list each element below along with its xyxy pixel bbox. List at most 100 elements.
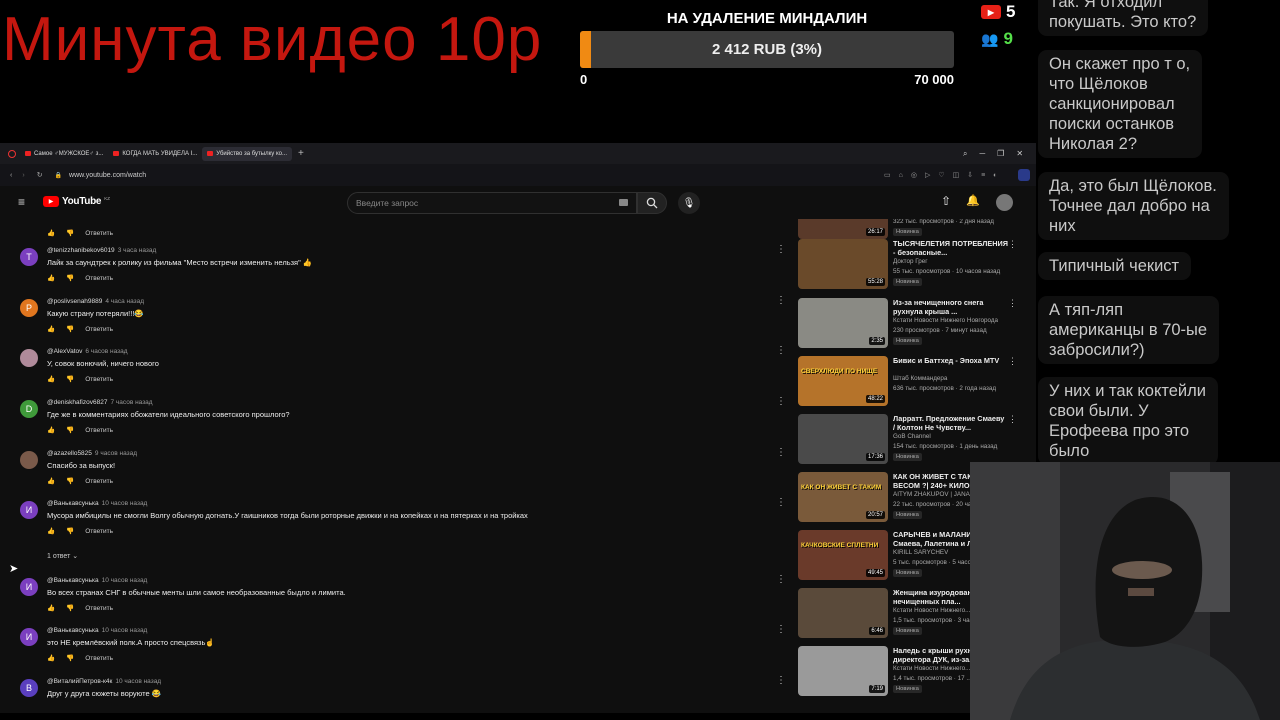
comment-avatar[interactable]: Т xyxy=(20,248,38,266)
upload-icon[interactable]: ⇧ xyxy=(941,194,951,208)
video-thumbnail[interactable]: 55:28 xyxy=(798,239,888,289)
video-channel[interactable]: Штаб Коммандера xyxy=(893,375,947,382)
like-icon[interactable]: 👍 xyxy=(47,527,55,535)
youtube-logo[interactable]: ▶ YouTube KZ xyxy=(43,196,110,207)
tab-search-icon[interactable]: ⌕ xyxy=(963,149,967,159)
like-icon[interactable]: 👍 xyxy=(47,375,55,383)
video-thumbnail[interactable]: 2:35 xyxy=(798,298,888,348)
video-title[interactable]: Ларратт. Предложение Смаеву / Колтон Не … xyxy=(893,414,1008,432)
video-thumbnail[interactable]: 17:36 xyxy=(798,414,888,464)
comment-author[interactable]: @azazello5825 9 часов назад xyxy=(47,450,137,457)
video-thumbnail[interactable]: 7:19 xyxy=(798,646,888,696)
video-channel[interactable]: Кстати Новости Нижнего... xyxy=(893,607,970,614)
video-title[interactable]: Бивис и Баттхед - Эпоха МТV xyxy=(893,356,1008,365)
url-field[interactable]: www.youtube.com/watch xyxy=(69,172,146,179)
like-icon[interactable]: 👍 xyxy=(47,426,55,434)
reply-button[interactable]: Ответить xyxy=(85,478,113,485)
comment-author[interactable]: @Ванькавсунька 10 часов назад xyxy=(47,500,147,507)
toolbar-icons[interactable]: ▭⌂◎▷♡◫⇩≡◐ xyxy=(884,171,1005,179)
video-thumbnail[interactable]: 6:46 xyxy=(798,588,888,638)
account-avatar[interactable] xyxy=(996,194,1013,211)
like-icon[interactable]: 👍 xyxy=(47,229,55,237)
forward-icon[interactable]: › xyxy=(22,172,24,179)
video-card[interactable]: СВЕРХЛЮДИ ПО НИЩЕ 48:22 Бивис и Баттхед - … xyxy=(798,356,1015,414)
comment-avatar[interactable] xyxy=(20,349,38,367)
show-replies-button[interactable]: 1 ответ ⌄ xyxy=(47,552,78,560)
comment-avatar[interactable]: P xyxy=(20,299,38,317)
search-button[interactable] xyxy=(637,192,667,214)
menu-icon[interactable]: ≡ xyxy=(18,195,25,209)
video-channel[interactable]: KIRILL SARYCHEV xyxy=(893,549,948,556)
reply-button[interactable]: Ответить xyxy=(85,605,113,612)
reply-button[interactable]: Ответить xyxy=(85,376,113,383)
like-icon[interactable]: 👍 xyxy=(47,654,55,662)
back-icon[interactable]: ‹ xyxy=(10,172,12,179)
video-thumbnail[interactable]: КАЧКОВСКИЕ СПЛЕТНИ 49:45 xyxy=(798,530,888,580)
video-menu-icon[interactable]: ⋮ xyxy=(1008,239,1015,250)
notifications-icon[interactable]: 🔔 xyxy=(966,194,980,207)
video-card[interactable]: 55:28 ТЫСЯЧЕЛЕТИЯ ПОТРЕБЛЕНИЯ - безопасны… xyxy=(798,239,1015,297)
restore-icon[interactable]: ❐ xyxy=(997,149,1004,158)
comment-author[interactable]: @tenizzhanibekov6019 3 часа назад xyxy=(47,247,156,254)
tab-1[interactable]: Самое ♂МУЖСКОЕ♂ з... xyxy=(20,147,108,161)
video-thumbnail[interactable]: УЖАСНАЯ ИСТОРИЯ26:17 xyxy=(798,219,888,239)
video-thumbnail[interactable]: КАК ОН ЖИВЕТ С ТАКИМ 20:57 xyxy=(798,472,888,522)
tab-2[interactable]: КОГДА МАТЬ УВИДЕЛА I... xyxy=(108,147,202,161)
comment-author[interactable]: @Ванькавсунька 10 часов назад xyxy=(47,577,147,584)
dislike-icon[interactable]: 👎 xyxy=(66,274,74,282)
comment-avatar[interactable]: И xyxy=(20,501,38,519)
comment-menu-icon[interactable]: ⋮ xyxy=(776,396,786,407)
dislike-icon[interactable]: 👎 xyxy=(66,477,74,485)
comment-avatar[interactable]: И xyxy=(20,578,38,596)
comment-menu-icon[interactable]: ⋮ xyxy=(776,295,786,306)
video-channel[interactable]: AITYM ZHAKUPOV | JANAI... xyxy=(893,491,977,498)
video-thumbnail[interactable]: СВЕРХЛЮДИ ПО НИЩЕ 48:22 xyxy=(798,356,888,406)
video-channel[interactable]: Кстати Новости Нижнего Новгорода xyxy=(893,317,998,324)
dislike-icon[interactable]: 👎 xyxy=(66,325,74,333)
comment-avatar[interactable]: D xyxy=(20,400,38,418)
microphone-icon[interactable]: 🎙 xyxy=(678,192,700,214)
comment-menu-icon[interactable]: ⋮ xyxy=(776,675,786,686)
comment-avatar[interactable]: В xyxy=(20,679,38,697)
dislike-icon[interactable]: 👎 xyxy=(66,426,74,434)
video-channel[interactable]: Кстати Новости Нижнего... xyxy=(893,665,970,672)
like-icon[interactable]: 👍 xyxy=(47,325,55,333)
comment-menu-icon[interactable]: ⋮ xyxy=(776,497,786,508)
tab-3-active[interactable]: Убийство за бутылку ко... xyxy=(202,146,292,161)
reload-icon[interactable]: ↻ xyxy=(37,171,43,179)
like-icon[interactable]: 👍 xyxy=(47,477,55,485)
reply-button[interactable]: Ответить xyxy=(85,275,113,282)
comment-menu-icon[interactable]: ⋮ xyxy=(776,574,786,585)
reply-button[interactable]: Ответить xyxy=(85,528,113,535)
reply-button[interactable]: Ответить xyxy=(85,655,113,662)
reply-button[interactable]: Ответить xyxy=(85,230,113,237)
video-title[interactable]: ТЫСЯЧЕЛЕТИЯ ПОТРЕБЛЕНИЯ - безопасные... xyxy=(893,239,1008,257)
comment-avatar[interactable] xyxy=(20,451,38,469)
comment-menu-icon[interactable]: ⋮ xyxy=(776,624,786,635)
like-icon[interactable]: 👍 xyxy=(47,604,55,612)
extension-icon[interactable] xyxy=(1018,169,1030,181)
dislike-icon[interactable]: 👎 xyxy=(66,604,74,612)
search-input[interactable]: Введите запрос xyxy=(347,192,637,214)
video-channel[interactable]: Доктор Грег xyxy=(893,258,928,265)
keyboard-icon[interactable] xyxy=(619,199,628,206)
dislike-icon[interactable]: 👎 xyxy=(66,229,74,237)
video-card[interactable]: 2:35 Из-за нечищенного снега рухнула крыш… xyxy=(798,298,1015,356)
minimize-icon[interactable]: ─ xyxy=(979,149,985,158)
close-icon[interactable]: ✕ xyxy=(1016,149,1023,158)
dislike-icon[interactable]: 👎 xyxy=(66,527,74,535)
comment-author[interactable]: @deniskhafizov6827 7 часов назад xyxy=(47,399,153,406)
comment-menu-icon[interactable]: ⋮ xyxy=(776,447,786,458)
comment-author[interactable]: @AlexVatov 6 часов назад xyxy=(47,348,128,355)
opera-icon[interactable] xyxy=(8,149,16,158)
dislike-icon[interactable]: 👎 xyxy=(66,375,74,383)
comment-avatar[interactable]: И xyxy=(20,628,38,646)
like-icon[interactable]: 👍 xyxy=(47,274,55,282)
comment-menu-icon[interactable]: ⋮ xyxy=(776,345,786,356)
reply-button[interactable]: Ответить xyxy=(85,326,113,333)
comment-author[interactable]: @poslivsenah9889 4 часа назад xyxy=(47,298,144,305)
video-menu-icon[interactable]: ⋮ xyxy=(1008,414,1015,425)
comment-author[interactable]: @Ванькавсунька 10 часов назад xyxy=(47,627,147,634)
comment-author[interactable]: @ВиталийПетров-к4к 10 часов назад xyxy=(47,678,161,685)
reply-button[interactable]: Ответить xyxy=(85,427,113,434)
